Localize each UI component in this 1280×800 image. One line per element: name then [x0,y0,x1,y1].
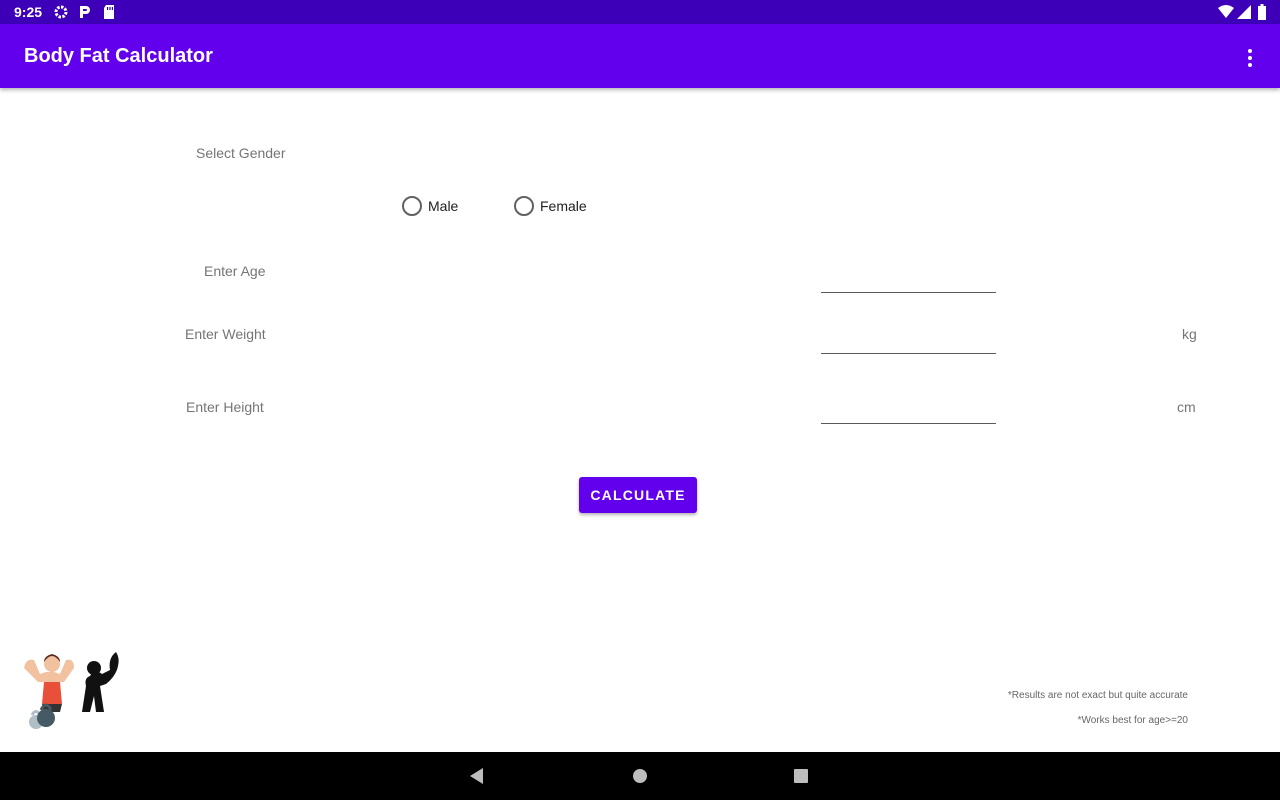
overflow-menu-icon[interactable] [1238,46,1262,70]
app-bar: Body Fat Calculator [0,24,1280,88]
parking-icon [80,6,90,18]
radio-male[interactable]: Male [402,196,458,216]
wifi-icon [1218,5,1234,18]
age-input[interactable] [821,263,996,293]
enter-height-label: Enter Height [186,399,264,415]
battery-icon [1258,4,1266,20]
app-title: Body Fat Calculator [24,45,213,67]
navigation-bar [0,752,1280,800]
sd-card-icon [104,5,114,19]
settings-icon [54,5,68,19]
radio-female[interactable]: Female [514,196,587,216]
weight-input[interactable] [821,324,996,354]
signal-icon [1237,5,1251,19]
radio-label-male[interactable]: Male [428,198,458,214]
weight-unit: kg [1182,326,1197,342]
select-gender-label: Select Gender [196,145,286,161]
enter-weight-label: Enter Weight [185,326,266,342]
radio-circle-female[interactable] [514,196,534,216]
radio-circle-male[interactable] [402,196,422,216]
calculate-button[interactable]: CALCULATE [579,477,697,513]
radio-label-female[interactable]: Female [540,198,587,214]
height-input[interactable] [821,394,996,424]
height-unit: cm [1177,399,1196,415]
accuracy-note: *Results are not exact but quite accurat… [1007,690,1188,701]
status-time: 9:25 [14,4,43,20]
back-icon[interactable] [467,766,487,786]
home-icon[interactable] [630,766,650,786]
recents-icon[interactable] [791,766,811,786]
status-bar: 9:25 [0,0,1280,24]
fitness-illustration-icon [24,652,119,729]
age-hint-note: *Works best for age>=20 [1077,715,1188,726]
enter-age-label: Enter Age [204,263,266,279]
